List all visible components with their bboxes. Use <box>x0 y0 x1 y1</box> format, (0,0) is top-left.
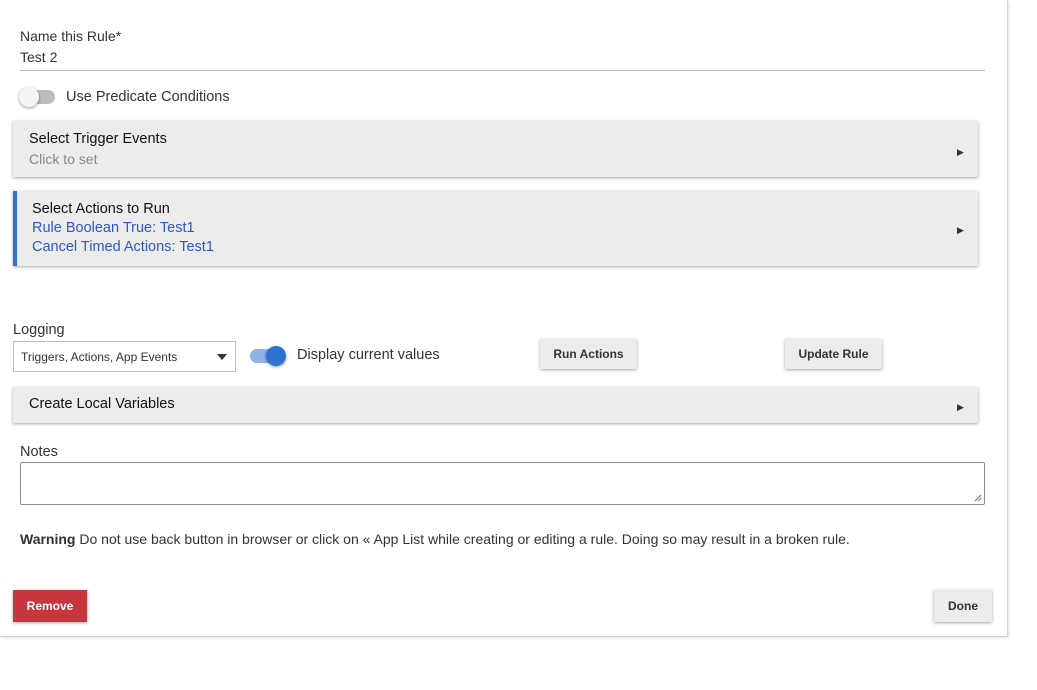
actions-title: Select Actions to Run <box>32 201 170 217</box>
done-button[interactable]: Done <box>934 590 992 622</box>
display-values-label: Display current values <box>297 347 440 363</box>
remove-button[interactable]: Remove <box>13 590 87 622</box>
local-variables-title: Create Local Variables <box>29 396 175 412</box>
update-rule-button[interactable]: Update Rule <box>785 339 882 369</box>
trigger-events-section[interactable]: Select Trigger Events Click to set ▶ <box>13 121 978 177</box>
predicate-toggle-label: Use Predicate Conditions <box>66 89 230 105</box>
logging-label: Logging <box>13 322 65 338</box>
notes-label: Notes <box>20 444 58 460</box>
notes-textarea[interactable] <box>20 462 985 505</box>
toggle-knob <box>19 87 39 107</box>
actions-section[interactable]: Select Actions to Run Rule Boolean True:… <box>13 191 978 266</box>
local-variables-section[interactable]: Create Local Variables ▶ <box>13 387 978 423</box>
action-item[interactable]: Cancel Timed Actions: Test1 <box>32 239 214 255</box>
expand-arrow-icon: ▶ <box>957 402 964 412</box>
run-actions-button[interactable]: Run Actions <box>540 339 637 369</box>
resize-handle-icon[interactable] <box>974 494 982 502</box>
rule-name-input[interactable]: Test 2 <box>20 49 57 65</box>
expand-arrow-icon: ▶ <box>957 225 964 235</box>
display-values-toggle[interactable] <box>250 346 286 366</box>
warning-message: Warning Do not use back button in browse… <box>20 531 850 547</box>
predicate-toggle[interactable] <box>19 87 55 107</box>
rule-panel: Name this Rule* Test 2 Use Predicate Con… <box>0 0 1008 637</box>
toggle-knob <box>266 346 286 366</box>
logging-select-value: Triggers, Actions, App Events <box>21 350 178 364</box>
warning-text: Do not use back button in browser or cli… <box>79 531 850 547</box>
rule-name-underline <box>20 70 985 71</box>
trigger-events-title: Select Trigger Events <box>29 131 167 147</box>
chevron-down-icon <box>217 354 227 360</box>
expand-arrow-icon: ▶ <box>957 147 964 157</box>
trigger-events-subtitle: Click to set <box>29 151 98 167</box>
logging-select[interactable]: Triggers, Actions, App Events <box>13 341 236 372</box>
warning-label: Warning <box>20 531 76 547</box>
rule-name-label: Name this Rule* <box>20 28 122 44</box>
action-item[interactable]: Rule Boolean True: Test1 <box>32 220 195 236</box>
